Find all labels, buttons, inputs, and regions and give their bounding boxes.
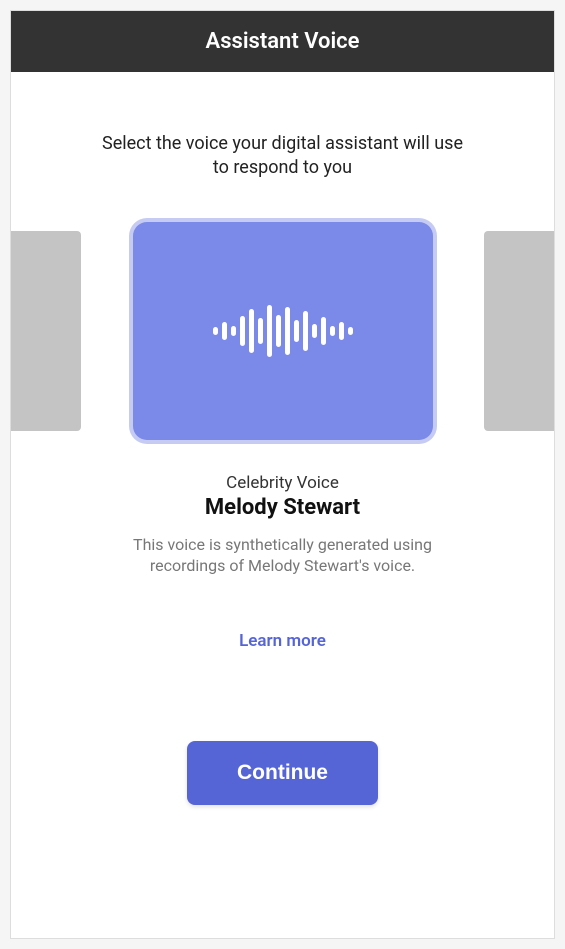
prev-voice-card[interactable] xyxy=(11,231,81,431)
waveform-icon xyxy=(213,305,353,357)
voice-info: Celebrity Voice Melody Stewart This voic… xyxy=(98,473,468,577)
header-bar: Assistant Voice xyxy=(11,11,554,72)
voice-description: This voice is synthetically generated us… xyxy=(98,534,468,577)
selected-voice-card[interactable] xyxy=(133,222,433,440)
voice-carousel xyxy=(11,221,554,441)
continue-button[interactable]: Continue xyxy=(187,741,378,805)
instruction-text: Select the voice your digital assistant … xyxy=(93,132,473,181)
voice-name: Melody Stewart xyxy=(98,495,468,520)
page-title: Assistant Voice xyxy=(206,29,360,54)
next-voice-card[interactable] xyxy=(484,231,554,431)
learn-more-link[interactable]: Learn more xyxy=(239,631,326,651)
content-area: Select the voice your digital assistant … xyxy=(11,72,554,938)
screen: Assistant Voice Select the voice your di… xyxy=(10,10,555,939)
voice-category: Celebrity Voice xyxy=(98,473,468,493)
